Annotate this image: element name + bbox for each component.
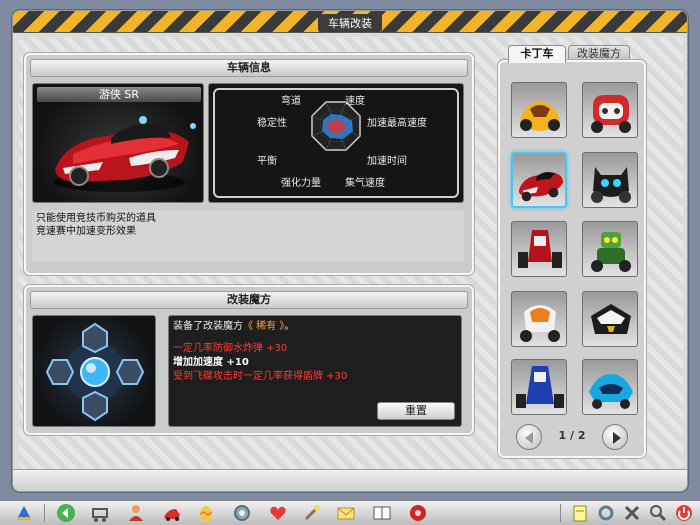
description-line: 竞速赛中加速变形效果 — [36, 226, 136, 237]
stat-label-gauge-speed: 集气速度 — [345, 178, 385, 189]
tab-kart[interactable]: 卡丁车 — [508, 45, 566, 63]
car-preview: 游侠 SR — [32, 83, 204, 203]
stat-label-cornering: 弯道 — [281, 96, 301, 107]
effect-line: 增加加速度 +10 — [173, 357, 249, 368]
kart-icon[interactable] — [162, 503, 182, 523]
stat-label-boost-power: 强化力量 — [281, 178, 321, 189]
start-icon[interactable] — [14, 503, 34, 523]
kart-black-gold-icon — [591, 304, 631, 334]
pager-prev-button[interactable] — [516, 424, 542, 450]
stat-label-accel-time: 加速时间 — [367, 156, 407, 167]
kart-yellow-icon — [520, 101, 560, 131]
kart-thumb[interactable] — [582, 152, 638, 208]
equipped-line: 装备了改装魔方《 稀有 》。 — [173, 320, 457, 334]
settings-icon[interactable] — [596, 503, 616, 523]
mod-cube-image — [32, 315, 156, 427]
search-icon[interactable] — [648, 503, 668, 523]
stats-area: 弯道 速度 稳定性 加速最高速度 平衡 加速时间 强化力量 集气速度 — [208, 83, 464, 203]
book-icon[interactable] — [372, 503, 392, 523]
stat-label-stability: 稳定性 — [257, 118, 287, 129]
car-image — [53, 116, 196, 192]
kart-orange-white-icon — [520, 305, 560, 342]
mod-cube-panel: 改装魔方 装备了改装魔方《 稀有 》。 一定几率防御水炸弹 +30 增加加速度 … — [24, 285, 474, 435]
mail-icon[interactable] — [336, 503, 356, 523]
title-bar: 车辆改装 — [13, 11, 687, 33]
equipped-suffix: 。 — [284, 321, 295, 332]
window-footer — [13, 469, 687, 491]
kart-cyan-icon — [589, 374, 633, 409]
kart-thumb[interactable] — [511, 291, 567, 347]
kart-red-sr-icon — [518, 172, 564, 202]
effect-line: 受到飞碟攻击时一定几率获得盾牌 +30 — [173, 371, 348, 382]
taskbar-separator — [44, 504, 45, 522]
kart-red-face-icon — [591, 95, 631, 133]
pager-next-button[interactable] — [602, 424, 628, 450]
triangle-right-icon — [613, 432, 621, 444]
window-title: 车辆改装 — [318, 14, 382, 32]
kart-red-formula-icon — [518, 230, 562, 268]
vehicle-description: 只能使用竞技币购买的道具 竞速赛中加速变形效果 — [32, 210, 464, 262]
kart-thumb[interactable] — [582, 291, 638, 347]
triangle-left-icon — [525, 432, 533, 444]
mod-cube-info: 装备了改装魔方《 稀有 》。 一定几率防御水炸弹 +30 增加加速度 +10 受… — [168, 315, 462, 427]
kart-thumb[interactable] — [511, 221, 567, 277]
equipped-rarity: 《 稀有 》 — [243, 321, 285, 332]
gear-icon[interactable] — [232, 503, 252, 523]
mod-cube-header: 改装魔方 — [30, 291, 468, 309]
tools-icon[interactable] — [622, 503, 642, 523]
stat-label-speed: 速度 — [345, 96, 365, 107]
description-line: 只能使用竞技币购买的道具 — [36, 213, 156, 224]
stat-label-balance: 平衡 — [257, 156, 277, 167]
stats-box: 弯道 速度 稳定性 加速最高速度 平衡 加速时间 强化力量 集气速度 — [213, 88, 459, 198]
character-icon[interactable] — [126, 503, 146, 523]
back-icon[interactable] — [56, 503, 76, 523]
kart-thumb[interactable] — [511, 82, 567, 138]
kart-black-cat-icon — [591, 167, 631, 203]
power-icon[interactable] — [674, 503, 694, 523]
kart-thumb[interactable] — [582, 359, 638, 415]
stat-label-max-speed: 加速最高速度 — [367, 118, 427, 129]
mod-cube-icon — [45, 322, 145, 422]
egg-icon[interactable] — [196, 503, 216, 523]
kart-green-robot-icon — [591, 232, 631, 272]
notes-icon[interactable] — [570, 503, 590, 523]
taskbar — [0, 500, 700, 525]
taskbar-separator — [560, 504, 561, 522]
pager-text: 1 / 2 — [558, 429, 586, 442]
equipped-prefix: 装备了改装魔方 — [173, 321, 243, 332]
magic-wand-icon[interactable] — [302, 503, 322, 523]
reset-button[interactable]: 重置 — [377, 402, 455, 420]
vehicle-info-header: 车辆信息 — [30, 59, 468, 77]
kart-thumb[interactable] — [582, 82, 638, 138]
kart-thumb[interactable] — [511, 359, 567, 415]
stats-radar-chart — [311, 101, 361, 151]
kart-blue-formula-icon — [516, 366, 564, 408]
kart-thumb-selected[interactable] — [511, 152, 567, 208]
record-icon[interactable] — [408, 503, 428, 523]
effect-line: 一定几率防御水炸弹 +30 — [173, 343, 288, 354]
heart-icon[interactable] — [268, 503, 288, 523]
vehicle-info-panel: 车辆信息 游侠 SR 弯道 速度 稳定性 加速最高速度 平衡 加速时间 强化力量… — [24, 53, 474, 275]
shop-cart-icon[interactable] — [90, 503, 110, 523]
kart-thumb[interactable] — [582, 221, 638, 277]
